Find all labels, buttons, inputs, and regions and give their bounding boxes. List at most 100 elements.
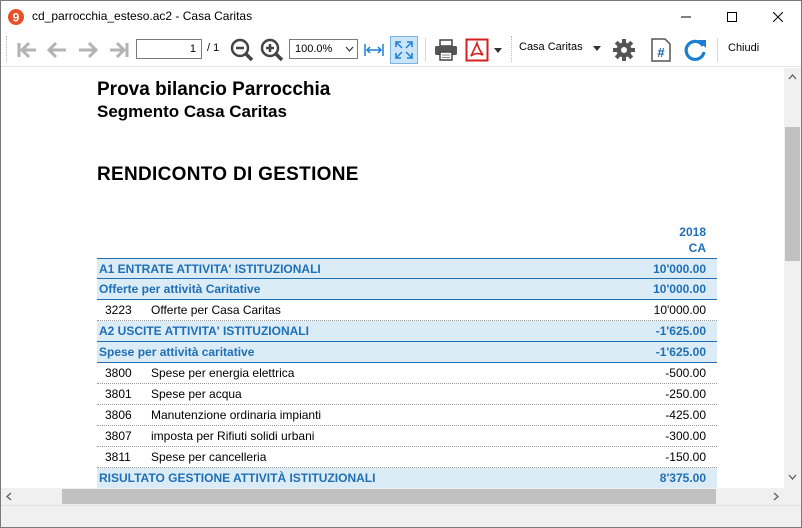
column-header-segment: CA <box>688 241 706 255</box>
fit-page-icon <box>395 41 413 59</box>
table-row: 3811 Spese per cancelleria -150.00 <box>97 447 717 468</box>
page-total-label: / 1 <box>207 42 220 54</box>
maximize-icon <box>727 11 737 22</box>
banana-app-icon: 9 <box>7 8 25 26</box>
settings-button[interactable] <box>610 36 638 64</box>
group-label: RISULTATO GESTIONE ATTIVITÀ ISTITUZIONAL… <box>99 471 376 485</box>
table-row: 3800 Spese per energia elettrica -500.00 <box>97 363 717 384</box>
first-page-icon <box>17 41 36 59</box>
svg-text:9: 9 <box>13 11 20 25</box>
report-heading: RENDICONTO DI GESTIONE <box>97 164 359 185</box>
toolbar-grip[interactable] <box>6 36 8 62</box>
previous-page-button[interactable] <box>43 36 71 64</box>
account-description: Spese per energia elettrica <box>151 366 295 380</box>
account-description: Offerte per Casa Caritas <box>151 303 281 317</box>
zoom-in-button[interactable] <box>258 36 286 64</box>
amount: -500.00 <box>665 366 706 380</box>
amount: -1'625.00 <box>655 345 706 359</box>
toolbar-separator <box>717 38 718 62</box>
group-row: Spese per attività caritative -1'625.00 <box>97 342 717 363</box>
amount: 8'375.00 <box>659 471 706 485</box>
page-number-input[interactable]: 1 <box>136 39 202 59</box>
export-dropdown-button[interactable] <box>491 36 505 64</box>
report-preview: Prova bilancio Parrocchia Segmento Casa … <box>1 68 784 488</box>
export-pdf-button[interactable] <box>463 36 491 64</box>
amount: -1'625.00 <box>655 324 706 338</box>
toolbar: 1 / 1 100.0% Casa Caritas # Chiudi <box>1 32 801 67</box>
scroll-up-icon[interactable] <box>788 74 797 80</box>
document-hash-icon: # <box>651 38 671 62</box>
account-description: Spese per cancelleria <box>151 450 267 464</box>
zoom-out-icon <box>230 38 254 62</box>
fit-width-icon <box>364 44 384 56</box>
minimize-icon <box>681 16 691 17</box>
maximize-button[interactable] <box>709 1 755 32</box>
scroll-down-icon[interactable] <box>788 474 797 480</box>
next-page-button[interactable] <box>74 36 102 64</box>
vertical-scrollbar[interactable] <box>784 68 801 488</box>
group-label: A2 USCITE ATTIVITA' ISTITUZIONALI <box>99 324 309 338</box>
toolbar-separator <box>425 38 426 62</box>
account-code: 3811 <box>105 450 131 464</box>
window-title: cd_parrocchia_esteso.ac2 - Casa Caritas <box>32 9 253 23</box>
fit-page-button[interactable] <box>390 36 418 64</box>
caret-down-icon[interactable] <box>593 46 601 51</box>
svg-text:#: # <box>657 45 665 60</box>
close-icon <box>773 11 783 22</box>
table-row: 3806 Manutenzione ordinaria impianti -425.… <box>97 405 717 426</box>
print-button[interactable] <box>432 36 460 64</box>
refresh-button[interactable] <box>681 36 709 64</box>
account-code: 3807 <box>105 429 132 443</box>
account-description: Manutenzione ordinaria impianti <box>151 408 322 422</box>
arrow-left-icon <box>46 41 66 59</box>
table-row: 3223 Offerte per Casa Caritas 10'000.00 <box>97 300 717 321</box>
vertical-scroll-thumb[interactable] <box>785 127 800 261</box>
table-row: 3807 imposta per Rifiuti solidi urbani -30… <box>97 426 717 447</box>
report-table: A1 ENTRATE ATTIVITA' ISTITUZIONALI 10'000… <box>97 258 717 488</box>
refresh-icon <box>684 39 706 61</box>
amount: -300.00 <box>665 429 706 443</box>
group-label: A1 ENTRATE ATTIVITA' ISTITUZIONALI <box>99 262 321 276</box>
scroll-left-icon[interactable] <box>6 492 12 501</box>
report-title: Prova bilancio Parrocchia <box>97 79 331 100</box>
zoom-value: 100.0% <box>295 43 333 55</box>
account-code: 3806 <box>105 408 132 422</box>
fit-width-button[interactable] <box>360 36 388 64</box>
amount: 10'000.00 <box>653 303 706 317</box>
printer-icon <box>435 39 457 61</box>
segment-select[interactable]: Casa Caritas <box>519 41 583 53</box>
zoom-select[interactable]: 100.0% <box>289 39 358 59</box>
amount: -150.00 <box>665 450 706 464</box>
group-row: RISULTATO GESTIONE ATTIVITÀ ISTITUZIONAL… <box>97 468 717 488</box>
close-report-button[interactable]: Chiudi <box>728 42 759 54</box>
report-settings-button[interactable]: # <box>647 36 675 64</box>
first-page-button[interactable] <box>13 36 41 64</box>
zoom-out-button[interactable] <box>228 36 256 64</box>
close-window-button[interactable] <box>755 1 801 32</box>
status-bar <box>1 505 801 527</box>
minimize-button[interactable] <box>663 1 709 32</box>
toolbar-grip[interactable] <box>511 36 513 62</box>
horizontal-scrollbar[interactable] <box>1 488 784 505</box>
caret-down-icon <box>494 47 502 53</box>
last-page-button[interactable] <box>105 36 133 64</box>
report-subtitle: Segmento Casa Caritas <box>97 102 287 121</box>
last-page-icon <box>110 41 129 59</box>
account-code: 3223 <box>105 303 132 317</box>
app-window: 9 cd_parrocchia_esteso.ac2 - Casa Carita… <box>0 0 802 528</box>
zoom-in-icon <box>260 38 284 62</box>
gear-icon <box>613 39 635 61</box>
horizontal-scroll-thumb[interactable] <box>62 489 716 504</box>
group-label: Spese per attività caritative <box>99 345 255 359</box>
scroll-right-icon[interactable] <box>773 492 779 501</box>
account-description: Spese per acqua <box>151 387 242 401</box>
amount: -250.00 <box>665 387 706 401</box>
table-row: 3801 Spese per acqua -250.00 <box>97 384 717 405</box>
group-row: Offerte per attività Caritative 10'000.00 <box>97 279 717 300</box>
chevron-down-icon <box>345 46 354 52</box>
group-row: A2 USCITE ATTIVITA' ISTITUZIONALI -1'625.… <box>97 321 717 342</box>
amount: 10'000.00 <box>653 282 706 296</box>
group-label: Offerte per attività Caritative <box>99 282 261 296</box>
column-header-year: 2018 <box>679 225 706 239</box>
account-description: imposta per Rifiuti solidi urbani <box>151 429 315 443</box>
